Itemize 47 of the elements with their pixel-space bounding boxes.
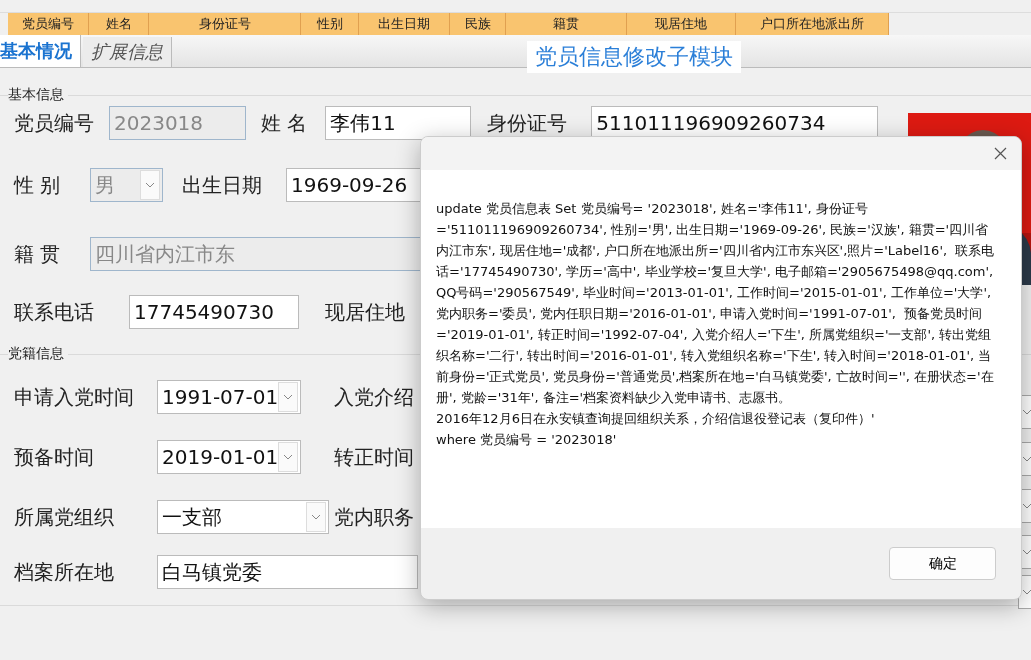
field-label: 联系电话 xyxy=(14,298,95,326)
field-label: 出生日期 xyxy=(182,171,262,199)
column-header[interactable]: 民族 xyxy=(450,13,506,35)
caret-icon xyxy=(1022,548,1031,556)
date-picker[interactable]: 2019-01-01 xyxy=(157,440,301,474)
caret-icon xyxy=(283,393,294,401)
field-label: 现居住地 xyxy=(325,298,405,326)
field-label: 申请入党时间 xyxy=(14,383,135,411)
field-label: 姓 名 xyxy=(261,109,308,137)
message-text: update 党员信息表 Set 党员编号= '2023018', 姓名='李伟11', 身份证号='511011196909260734', 性别='男', 出生日期='1969-09-26', 民族='汉族', 籍贯='四川省内江市东', 现居住地='成都', 户口所在地派出所='四川省内江市东兴区',照片='Label16', 联系电话='17745490730', 学历='高中', 毕业学校='复旦大学', 电子邮箱='2905675498@qq.com', QQ号码='290567549', 毕业时间='2013-01-01', 工作时间='2015-01-01', 工作单位='大学', 党内职务='委员', 党内任职日期='2016-01-01', 申请入党时间='1991-07-01', 预备党员时间='2019-01-01', 转正时间='1992-07-04', 入党介绍人='下生', 所属党组织='一支部', 转出党组织名称='二行', 转出时间='2016-01-01', 转入党组织名称='下生', 转入时间='2018-01-01', 当前身份='正式党员', 党员身份='普通党员',档案所在地='白马镇党委', 亡故时间='', 在册状态='在册', 党龄='31年', 备注='档案资料缺少入党申请书、志愿书。 2016年12月6日在永安镇查询提回组织关系，介绍信退役登记表（复印件）' where 党员编号 = '2023018' xyxy=(436,200,996,449)
org-combo[interactable]: 一支部 xyxy=(157,500,329,534)
tab[interactable]: 基本情况 xyxy=(0,35,81,67)
group-title: 基本信息 xyxy=(8,86,68,104)
column-header[interactable]: 户口所在地派出所 xyxy=(736,13,889,35)
column-header[interactable]: 身份证号 xyxy=(149,13,301,35)
caret-icon xyxy=(1022,408,1031,416)
field-label: 转正时间 xyxy=(334,443,414,471)
column-header[interactable]: 性别 xyxy=(301,13,359,35)
column-header[interactable]: 姓名 xyxy=(89,13,149,35)
ok-button[interactable]: 确定 xyxy=(889,547,996,580)
field-label: 籍 贯 xyxy=(14,240,62,268)
group-title: 党籍信息 xyxy=(8,345,68,363)
close-icon[interactable] xyxy=(994,147,1007,160)
module-title: 党员信息修改子模块 xyxy=(527,41,741,73)
field-label: 预备时间 xyxy=(14,443,95,471)
input-field[interactable]: 李伟11 xyxy=(325,106,472,140)
input-field[interactable]: 白马镇党委 xyxy=(157,555,418,589)
field-label: 性 别 xyxy=(14,171,62,199)
tab[interactable]: 扩展信息 xyxy=(83,37,172,67)
input-field[interactable]: 17745490730 xyxy=(129,295,299,329)
field-label: 档案所在地 xyxy=(14,558,115,586)
caret-icon xyxy=(1022,455,1031,463)
caret-icon xyxy=(1022,588,1031,596)
field-label: 身份证号 xyxy=(487,109,568,137)
field-label: 党内职务 xyxy=(334,503,414,531)
caret-icon xyxy=(145,181,155,189)
column-header[interactable]: 出生日期 xyxy=(359,13,450,35)
caret-icon xyxy=(283,453,294,461)
field-label: 入党介绍 xyxy=(334,383,414,411)
column-header[interactable]: 党员编号 xyxy=(8,13,89,35)
column-header[interactable]: 籍贯 xyxy=(506,13,627,35)
field-label: 所属党组织 xyxy=(14,503,115,531)
caret-icon xyxy=(1022,502,1031,510)
caret-icon xyxy=(311,513,321,521)
field-label: 党员编号 xyxy=(14,109,94,137)
date-picker[interactable]: 1991-07-01 xyxy=(157,380,301,414)
column-header[interactable]: 现居住地 xyxy=(627,13,736,35)
